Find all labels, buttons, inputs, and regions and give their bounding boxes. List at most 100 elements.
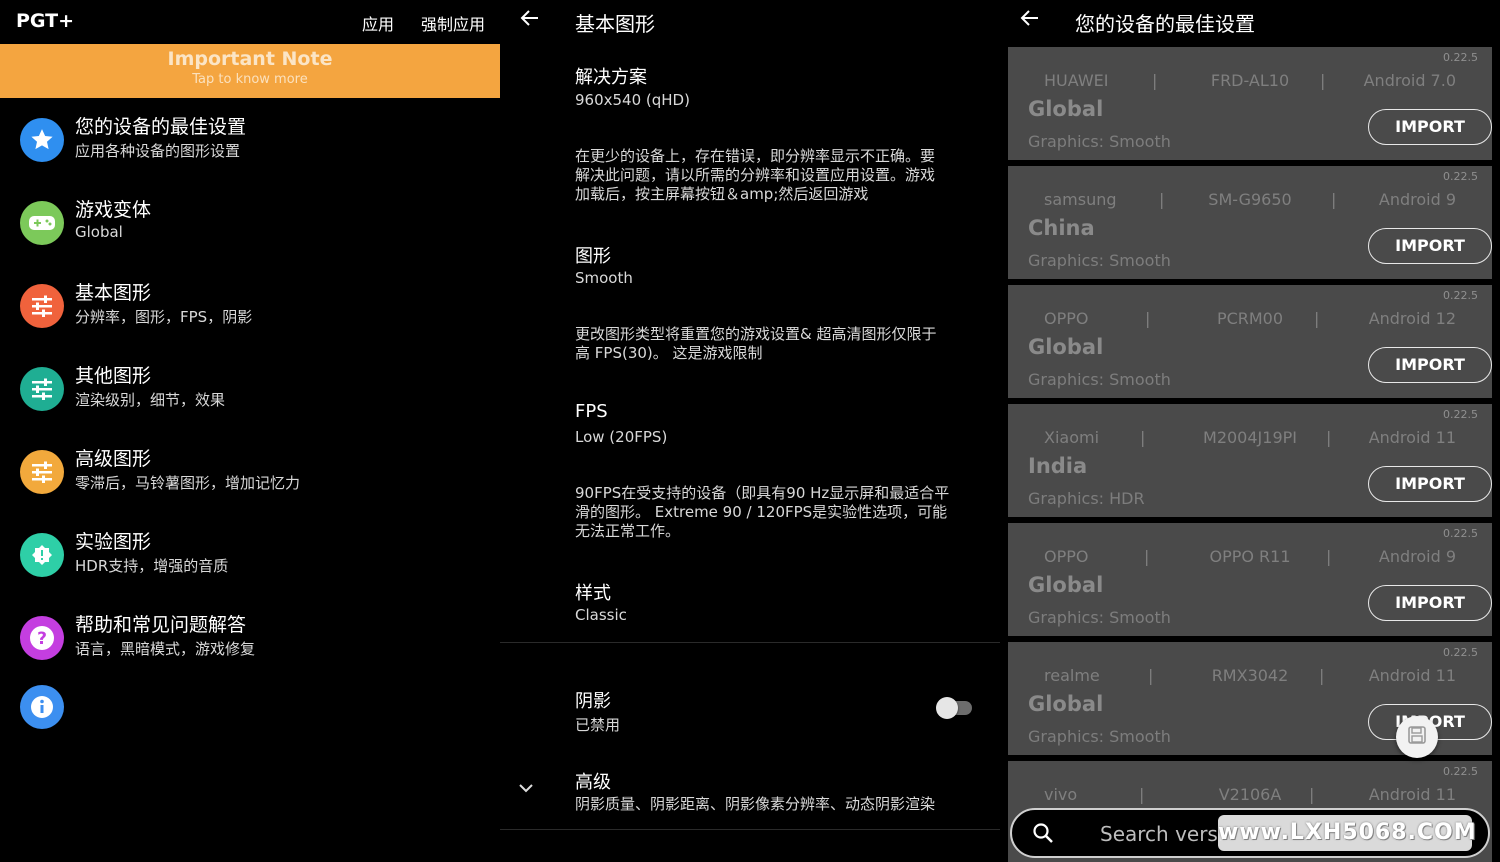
setting-value: 阴影质量、阴影距离、阴影像素分辨率、动态阴影渲染	[575, 795, 936, 813]
menu-item-title: 高级图形	[75, 448, 152, 470]
search-icon	[1032, 822, 1054, 848]
divider	[500, 642, 1000, 643]
graphics-label: Graphics: Smooth	[1028, 727, 1171, 746]
game-region: Global	[1028, 335, 1104, 359]
sliders-icon	[20, 450, 64, 494]
menu-item-subtitle: 零滞后，马铃薯图形，增加记忆力	[75, 474, 301, 492]
graphics-label: Graphics: Smooth	[1028, 132, 1171, 151]
separator: |	[1314, 309, 1320, 328]
setting-value: 已禁用	[575, 716, 621, 734]
setting-title: 样式	[575, 583, 611, 604]
android-version: Android 11	[1368, 666, 1456, 685]
page-title: 您的设备的最佳设置	[1075, 12, 1255, 36]
graphics-label: Graphics: Smooth	[1028, 370, 1171, 389]
menu-item-info[interactable]	[0, 677, 500, 747]
import-button[interactable]: IMPORT	[1368, 109, 1492, 145]
game-region: Global	[1028, 573, 1104, 597]
back-arrow-icon[interactable]	[1020, 8, 1040, 34]
divider	[500, 829, 1000, 830]
game-region: India	[1028, 454, 1088, 478]
device-card[interactable]: 0.22.5 OPPO | OPPO R11 | Android 9 Globa…	[1008, 523, 1492, 636]
android-version: Android 9	[1378, 190, 1456, 209]
setting-description: 90FPS在受支持的设备（即具有90 Hz显示屏和最适合平 滑的图形。 Extr…	[575, 484, 950, 540]
menu-item-subtitle: 渲染级别，细节，效果	[75, 391, 226, 409]
svg-text:?: ?	[37, 629, 47, 649]
force-apply-button[interactable]: 强制应用	[421, 11, 485, 35]
basic-graphics-screen: 基本图形 解决方案 960x540 (qHD) 在更少的设备上，存在错误，即分辨…	[500, 0, 1000, 862]
version-label: 0.22.5	[1443, 646, 1478, 659]
android-version: Android 9	[1378, 547, 1456, 566]
import-button[interactable]: IMPORT	[1368, 228, 1492, 264]
save-fab-button[interactable]	[1396, 716, 1438, 758]
import-button[interactable]: IMPORT	[1368, 585, 1492, 621]
menu-item-subtitle: HDR支持，增强的音质	[75, 557, 229, 575]
version-label: 0.22.5	[1443, 170, 1478, 183]
menu-item-game-variant[interactable]: 游戏变体 Global	[0, 193, 500, 263]
note-title: Important Note	[167, 48, 333, 70]
separator: |	[1326, 428, 1332, 447]
info-icon	[20, 685, 64, 729]
version-label: 0.22.5	[1443, 289, 1478, 302]
version-label: 0.22.5	[1443, 51, 1478, 64]
setting-description: 更改图形类型将重置您的游戏设置& 超高清图形仅限于 高 FPS(30)。 这是游…	[575, 325, 937, 362]
device-card[interactable]: 0.22.5 HUAWEI | FRD-AL10 | Android 7.0 G…	[1008, 47, 1492, 160]
version-label: 0.22.5	[1443, 765, 1478, 778]
menu-item-subtitle: 分辨率，图形，FPS，阴影	[75, 308, 253, 326]
game-region: China	[1028, 216, 1095, 240]
import-button[interactable]: IMPORT	[1368, 347, 1492, 383]
android-version: Android 7.0	[1363, 71, 1456, 90]
menu-item-experimental-graphics[interactable]: 实验图形 HDR支持，增强的音质	[0, 525, 500, 595]
device-card[interactable]: 0.22.5 OPPO | PCRM00 | Android 12 Global…	[1008, 285, 1492, 398]
menu-item-title: 基本图形	[75, 282, 152, 304]
menu-item-basic-graphics[interactable]: 基本图形 分辨率，图形，FPS，阴影	[0, 276, 500, 346]
setting-title: FPS	[575, 401, 608, 422]
apply-button[interactable]: 应用	[362, 11, 394, 35]
toggle-knob	[936, 697, 958, 719]
app-title: PGT+	[16, 10, 75, 32]
watermark: www.LXH5068.COM	[1218, 815, 1476, 851]
android-version: Android 12	[1368, 309, 1456, 328]
sliders-icon	[20, 367, 64, 411]
setting-value: Classic	[575, 606, 627, 624]
note-subtitle: Tap to know more	[192, 72, 308, 87]
graphics-label: Graphics: Smooth	[1028, 251, 1171, 270]
menu-item-title: 您的设备的最佳设置	[75, 116, 247, 138]
setting-value: Low (20FPS)	[575, 428, 668, 446]
app-header: PGT+ 应用 强制应用	[0, 0, 500, 44]
page-title: 基本图形	[575, 12, 655, 36]
separator: |	[1309, 785, 1315, 804]
back-arrow-icon[interactable]	[520, 8, 540, 34]
menu-item-help-faq[interactable]: ? 帮助和常见问题解答 语言，黑暗模式，游戏修复	[0, 608, 500, 678]
setting-title: 图形	[575, 246, 611, 267]
gamepad-icon	[20, 201, 64, 245]
version-label: 0.22.5	[1443, 527, 1478, 540]
menu-item-best-settings[interactable]: 您的设备的最佳设置 应用各种设备的图形设置	[0, 110, 500, 180]
graphics-label: Graphics: HDR	[1028, 489, 1145, 508]
device-card[interactable]: 0.22.5 samsung | SM-G9650 | Android 9 Ch…	[1008, 166, 1492, 279]
import-button[interactable]: IMPORT	[1368, 466, 1492, 502]
separator: |	[1326, 547, 1332, 566]
game-region: Global	[1028, 692, 1104, 716]
menu-item-subtitle: 语言，黑暗模式，游戏修复	[75, 640, 256, 658]
menu-item-advanced-graphics[interactable]: 高级图形 零滞后，马铃薯图形，增加记忆力	[0, 442, 500, 512]
menu-item-title: 游戏变体	[75, 199, 152, 221]
separator: |	[1320, 71, 1326, 90]
chevron-down-icon[interactable]	[518, 778, 534, 797]
android-version: Android 11	[1368, 785, 1456, 804]
setting-title: 阴影	[575, 691, 611, 712]
setting-value: 960x540 (qHD)	[575, 91, 690, 109]
separator: |	[1331, 190, 1337, 209]
menu-item-other-graphics[interactable]: 其他图形 渲染级别，细节，效果	[0, 359, 500, 429]
setting-title: 高级	[575, 772, 611, 793]
setting-value: Smooth	[575, 269, 633, 287]
graphics-label: Graphics: Smooth	[1028, 608, 1171, 627]
device-card[interactable]: 0.22.5 Xiaomi | M2004J19PI | Android 11 …	[1008, 404, 1492, 517]
version-label: 0.22.5	[1443, 408, 1478, 421]
game-region: Global	[1028, 97, 1104, 121]
important-note-banner[interactable]: Important Note Tap to know more	[0, 44, 500, 98]
main-menu-screen: PGT+ 应用 强制应用 Important Note Tap to know …	[0, 0, 500, 862]
search-input[interactable]: Search versi	[1100, 822, 1223, 846]
setting-description: 在更少的设备上，存在错误，即分辨率显示不正确。要 解决此问题，请以所需的分辨率和…	[575, 147, 936, 203]
sliders-icon	[20, 284, 64, 328]
menu-item-title: 实验图形	[75, 531, 152, 553]
